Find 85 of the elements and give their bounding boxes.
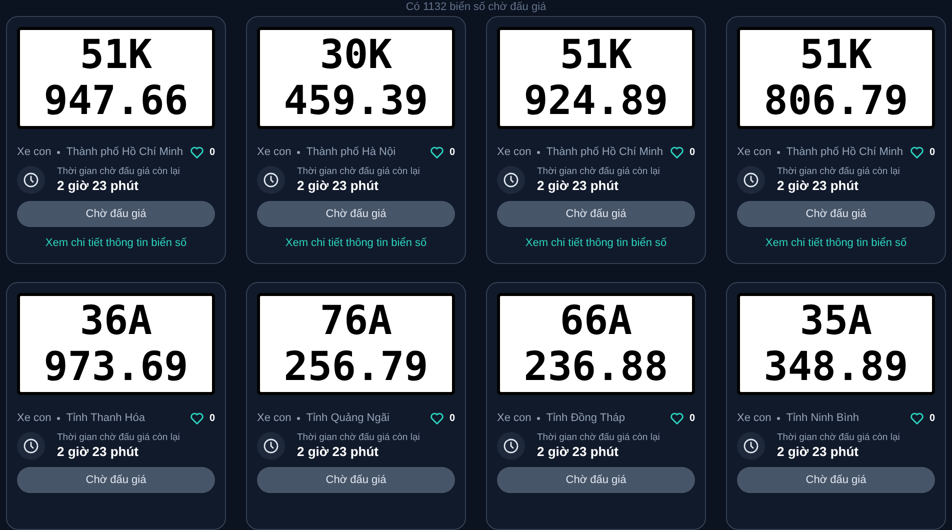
- location: Thành phố Hồ Chí Minh: [66, 144, 184, 160]
- like-count: 0: [449, 146, 455, 160]
- time-remaining: 2 giờ 23 phút: [57, 178, 140, 194]
- status-button[interactable]: Chờ đấu giá: [737, 201, 935, 227]
- heart-icon[interactable]: [670, 146, 684, 158]
- vehicle-type: Xe con: [737, 410, 772, 426]
- auction-count: Có 1132 biển số chờ đấu giá: [406, 1, 546, 15]
- like-count: 0: [209, 412, 215, 426]
- like-count: 0: [929, 146, 935, 160]
- time-label: Thời gian chờ đấu giá còn lại: [777, 432, 900, 444]
- plate-number: 947.66: [44, 78, 188, 124]
- location: Tỉnh Ninh Bình: [786, 410, 860, 426]
- plate-number: 924.89: [524, 78, 668, 124]
- plate-number: 348.89: [764, 344, 908, 390]
- plate-number: 459.39: [284, 78, 428, 124]
- time-label: Thời gian chờ đấu giá còn lại: [537, 432, 660, 444]
- clock-icon: [17, 432, 45, 460]
- plate-series: 76A: [320, 298, 392, 344]
- status-button[interactable]: Chờ đấu giá: [497, 201, 695, 227]
- plate-series: 51K: [80, 32, 152, 78]
- status-button[interactable]: Chờ đấu giá: [17, 201, 215, 227]
- time-label: Thời gian chờ đấu giá còn lại: [297, 166, 420, 178]
- status-button[interactable]: Chờ đấu giá: [257, 201, 455, 227]
- heart-icon[interactable]: [910, 412, 924, 424]
- location: Tỉnh Quảng Ngãi: [306, 410, 390, 426]
- time-remaining: 2 giờ 23 phút: [537, 444, 620, 460]
- details-link[interactable]: Xem chi tiết thông tin biển số: [45, 235, 187, 252]
- plate-series: 36A: [80, 298, 152, 344]
- like-count: 0: [689, 412, 695, 426]
- plate-series: 30K: [320, 32, 392, 78]
- clock-icon: [497, 166, 525, 194]
- details-link[interactable]: Xem chi tiết thông tin biển số: [765, 235, 907, 252]
- vehicle-type: Xe con: [257, 144, 292, 160]
- location: Tỉnh Đồng Tháp: [546, 410, 626, 426]
- vehicle-type: Xe con: [257, 410, 292, 426]
- clock-icon: [257, 432, 285, 460]
- clock-icon: [17, 166, 45, 194]
- plate-series: 35A: [800, 298, 872, 344]
- time-label: Thời gian chờ đấu giá còn lại: [537, 166, 660, 178]
- vehicle-type: Xe con: [17, 144, 52, 160]
- time-remaining: 2 giờ 23 phút: [777, 444, 860, 460]
- location: Thành phố Hồ Chí Minh: [786, 144, 904, 160]
- location: Tỉnh Thanh Hóa: [66, 410, 146, 426]
- location: Thành phố Hồ Chí Minh: [546, 144, 664, 160]
- plate-number: 973.69: [44, 344, 188, 390]
- vehicle-type: Xe con: [17, 410, 52, 426]
- location: Thành phố Hà Nội: [306, 144, 397, 160]
- status-button[interactable]: Chờ đấu giá: [17, 467, 215, 493]
- heart-icon[interactable]: [430, 146, 444, 158]
- plate-series: 66A: [560, 298, 632, 344]
- heart-icon[interactable]: [910, 146, 924, 158]
- time-remaining: 2 giờ 23 phút: [297, 444, 380, 460]
- vehicle-type: Xe con: [497, 144, 532, 160]
- clock-icon: [737, 432, 765, 460]
- status-button[interactable]: Chờ đấu giá: [737, 467, 935, 493]
- time-label: Thời gian chờ đấu giá còn lại: [57, 432, 180, 444]
- clock-icon: [257, 166, 285, 194]
- details-link[interactable]: Xem chi tiết thông tin biển số: [525, 235, 667, 252]
- vehicle-type: Xe con: [737, 144, 772, 160]
- like-count: 0: [689, 146, 695, 160]
- time-label: Thời gian chờ đấu giá còn lại: [297, 432, 420, 444]
- status-button[interactable]: Chờ đấu giá: [257, 467, 455, 493]
- plate-number: 256.79: [284, 344, 428, 390]
- like-count: 0: [929, 412, 935, 426]
- status-button[interactable]: Chờ đấu giá: [497, 467, 695, 493]
- time-label: Thời gian chờ đấu giá còn lại: [57, 166, 180, 178]
- heart-icon[interactable]: [190, 146, 204, 158]
- heart-icon[interactable]: [430, 412, 444, 424]
- clock-icon: [497, 432, 525, 460]
- plate-number: 236.88: [524, 344, 668, 390]
- clock-icon: [737, 166, 765, 194]
- time-remaining: 2 giờ 23 phút: [297, 178, 380, 194]
- like-count: 0: [449, 412, 455, 426]
- vehicle-type: Xe con: [497, 410, 532, 426]
- heart-icon[interactable]: [670, 412, 684, 424]
- time-remaining: 2 giờ 23 phút: [57, 444, 140, 460]
- time-label: Thời gian chờ đấu giá còn lại: [777, 166, 900, 178]
- details-link[interactable]: Xem chi tiết thông tin biển số: [285, 235, 427, 252]
- time-remaining: 2 giờ 23 phút: [537, 178, 620, 194]
- plate-series: 51K: [560, 32, 632, 78]
- heart-icon[interactable]: [190, 412, 204, 424]
- plate-series: 51K: [800, 32, 872, 78]
- time-remaining: 2 giờ 23 phút: [777, 178, 860, 194]
- like-count: 0: [209, 146, 215, 160]
- plate-number: 806.79: [764, 78, 908, 124]
